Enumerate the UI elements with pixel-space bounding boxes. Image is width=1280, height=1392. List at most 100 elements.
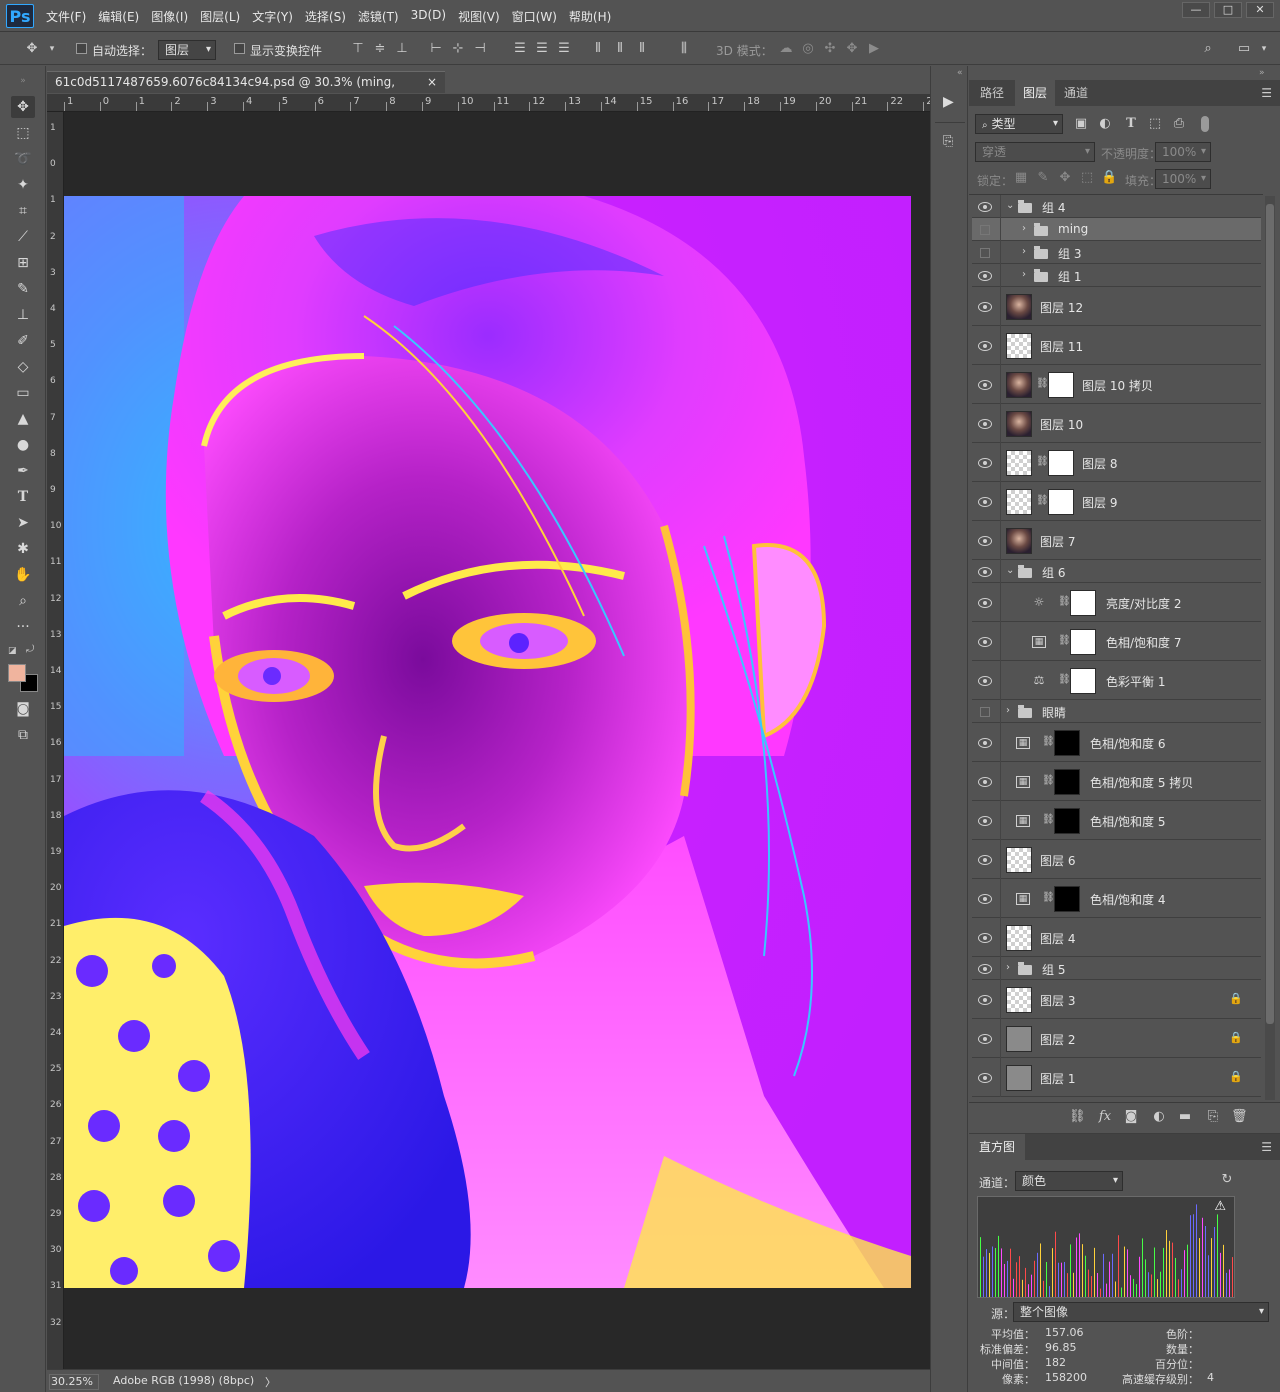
visibility-eye-icon[interactable] xyxy=(978,1072,992,1083)
layer-mask-thumbnail[interactable] xyxy=(1070,667,1096,694)
menu-item[interactable]: 文件(F) xyxy=(46,8,86,25)
new-layer-icon[interactable]: ⎘ xyxy=(1205,1109,1221,1125)
filter-adjustment-icon[interactable]: ◐ xyxy=(1097,116,1113,132)
layer-row[interactable]: 图层 4 xyxy=(972,918,1261,957)
distribute-right-icon[interactable]: ⫴ xyxy=(634,41,650,57)
layer-thumbnail[interactable] xyxy=(1006,986,1032,1013)
lasso-tool-icon[interactable]: ➰ xyxy=(11,148,35,170)
blur-tool-icon[interactable]: ▲ xyxy=(11,408,35,430)
layer-row[interactable]: ▦ ⛓ 色相/饱和度 4 xyxy=(972,879,1261,918)
visibility-eye-icon[interactable] xyxy=(978,776,992,787)
layer-mask-thumbnail[interactable] xyxy=(1048,371,1074,398)
panel-collapse-icon[interactable]: » xyxy=(11,70,35,92)
lock-pixels-icon[interactable]: ✎ xyxy=(1035,170,1051,186)
quick-mask-icon[interactable]: ◙ xyxy=(11,698,35,720)
menu-item[interactable]: 选择(S) xyxy=(305,8,346,25)
healing-tool-icon[interactable]: ⊞ xyxy=(11,252,35,274)
layer-row[interactable]: 图层 1 🔒 xyxy=(972,1058,1261,1097)
layer-mask-thumbnail[interactable] xyxy=(1054,729,1080,756)
menu-item[interactable]: 图层(L) xyxy=(200,8,240,25)
layer-row[interactable]: 图层 2 🔒 xyxy=(972,1019,1261,1058)
mask-link-icon[interactable]: ⛓ xyxy=(1036,456,1049,467)
chevron-down-icon[interactable]: ⌄ xyxy=(1006,565,1014,576)
layer-row[interactable]: › ming xyxy=(972,218,1261,241)
visibility-eye-icon[interactable] xyxy=(978,963,992,974)
layer-thumbnail[interactable] xyxy=(1006,332,1032,359)
gradient-tool-icon[interactable]: ▭ xyxy=(11,382,35,404)
tab-layers[interactable]: 图层 xyxy=(1015,80,1055,106)
refresh-icon[interactable]: ↻ xyxy=(1219,1172,1235,1188)
filter-shape-icon[interactable]: ⬚ xyxy=(1147,116,1163,132)
visibility-eye-icon[interactable] xyxy=(978,737,992,748)
layer-row[interactable]: › 组 5 xyxy=(972,957,1261,980)
fill-input[interactable]: 100% xyxy=(1155,169,1211,189)
tab-channels[interactable]: 通道 xyxy=(1055,80,1097,106)
chevron-right-icon[interactable]: › xyxy=(1006,705,1010,716)
mask-link-icon[interactable]: ⛓ xyxy=(1036,378,1049,389)
layer-mask-thumbnail[interactable] xyxy=(1070,628,1096,655)
menu-item[interactable]: 3D(D) xyxy=(411,8,446,25)
tab-histogram[interactable]: 直方图 xyxy=(969,1134,1025,1160)
source-dropdown[interactable]: 整个图像 xyxy=(1013,1302,1269,1322)
swap-colors-icon[interactable]: ⤾ xyxy=(26,644,34,655)
type-tool-icon[interactable]: T xyxy=(11,486,35,508)
lock-transparent-icon[interactable]: ▦ xyxy=(1013,170,1029,186)
filter-toggle[interactable] xyxy=(1201,116,1209,132)
visibility-eye-icon[interactable] xyxy=(978,1033,992,1044)
lock-all-icon[interactable]: 🔒 xyxy=(1101,170,1117,186)
status-menu-arrow[interactable]: 〉 xyxy=(265,1374,276,1390)
chevron-right-icon[interactable]: › xyxy=(1022,269,1026,280)
close-document-icon[interactable]: × xyxy=(427,72,437,92)
layer-row[interactable]: › 组 1 xyxy=(972,264,1261,287)
layer-thumbnail[interactable] xyxy=(1006,846,1032,873)
chevron-right-icon[interactable]: › xyxy=(1022,223,1026,234)
visibility-eye-icon[interactable] xyxy=(978,496,992,507)
menu-item[interactable]: 图像(I) xyxy=(151,8,188,25)
layer-row[interactable]: ⛓ 图层 8 xyxy=(972,443,1261,482)
screen-mode-icon[interactable]: ⧉ xyxy=(11,724,35,746)
layer-row[interactable]: 图层 3 🔒 xyxy=(972,980,1261,1019)
mask-icon[interactable]: ◙ xyxy=(1123,1109,1139,1125)
visibility-eye-icon[interactable] xyxy=(978,893,992,904)
layer-mask-thumbnail[interactable] xyxy=(1054,885,1080,912)
custom-shape-tool-icon[interactable]: ✱ xyxy=(11,538,35,560)
filter-pixel-icon[interactable]: ▣ xyxy=(1073,116,1089,132)
distribute-hcenter-icon[interactable]: ⫴ xyxy=(612,41,628,57)
visibility-eye-icon[interactable] xyxy=(978,636,992,647)
layer-mask-thumbnail[interactable] xyxy=(1054,768,1080,795)
menu-item[interactable]: 帮助(H) xyxy=(569,8,611,25)
trash-icon[interactable]: 🗑 xyxy=(1231,1109,1248,1125)
layer-thumbnail[interactable] xyxy=(1006,924,1032,951)
layer-mask-thumbnail[interactable] xyxy=(1048,488,1074,515)
align-left-icon[interactable]: ⊢ xyxy=(428,41,444,57)
show-transform-checkbox[interactable] xyxy=(234,43,245,54)
horizontal-ruler[interactable]: 101234567891011121314151617181920212223 xyxy=(47,94,930,112)
visibility-eye-icon[interactable] xyxy=(978,994,992,1005)
pen-tool-icon[interactable]: ✒ xyxy=(11,460,35,482)
chevron-down-icon[interactable]: ⌄ xyxy=(1006,200,1014,211)
layer-row[interactable]: › 组 3 xyxy=(972,241,1261,264)
layer-thumbnail[interactable] xyxy=(1006,488,1032,515)
mask-link-icon[interactable]: ⛓ xyxy=(1036,495,1049,506)
tool-preset-arrow-icon[interactable]: ▾ xyxy=(44,41,60,57)
align-bottom-icon[interactable]: ⊥ xyxy=(394,41,410,57)
visibility-eye-icon[interactable] xyxy=(978,597,992,608)
align-hcenter-icon[interactable]: ⊹ xyxy=(450,41,466,57)
visibility-eye-icon[interactable] xyxy=(978,418,992,429)
layer-row[interactable]: ⌄ 组 6 xyxy=(972,560,1261,583)
menu-item[interactable]: 视图(V) xyxy=(458,8,500,25)
blend-mode-dropdown[interactable]: 穿透 xyxy=(975,142,1095,162)
layer-thumbnail[interactable] xyxy=(1006,1025,1032,1052)
distribute-bottom-icon[interactable]: ☰ xyxy=(556,41,572,57)
layer-row[interactable]: ▦ ⛓ 色相/饱和度 5 拷贝 xyxy=(972,762,1261,801)
align-right-icon[interactable]: ⊣ xyxy=(472,41,488,57)
align-top-icon[interactable]: ⊤ xyxy=(350,41,366,57)
actions-play-icon[interactable]: ▶ xyxy=(943,94,954,110)
3d-roll-icon[interactable]: ◎ xyxy=(800,41,816,57)
visibility-off-toggle[interactable] xyxy=(980,706,990,717)
layer-list[interactable]: ⌄ 组 4 › ming › 组 3 › 组 1 图层 12 图层 11 ⛓ 图层 10 拷贝 图层 1… xyxy=(969,194,1263,1102)
align-vcenter-icon[interactable]: ≑ xyxy=(372,41,388,57)
menu-item[interactable]: 编辑(E) xyxy=(98,8,139,25)
layer-mask-thumbnail[interactable] xyxy=(1054,807,1080,834)
layer-row[interactable]: 图层 7 xyxy=(972,521,1261,560)
